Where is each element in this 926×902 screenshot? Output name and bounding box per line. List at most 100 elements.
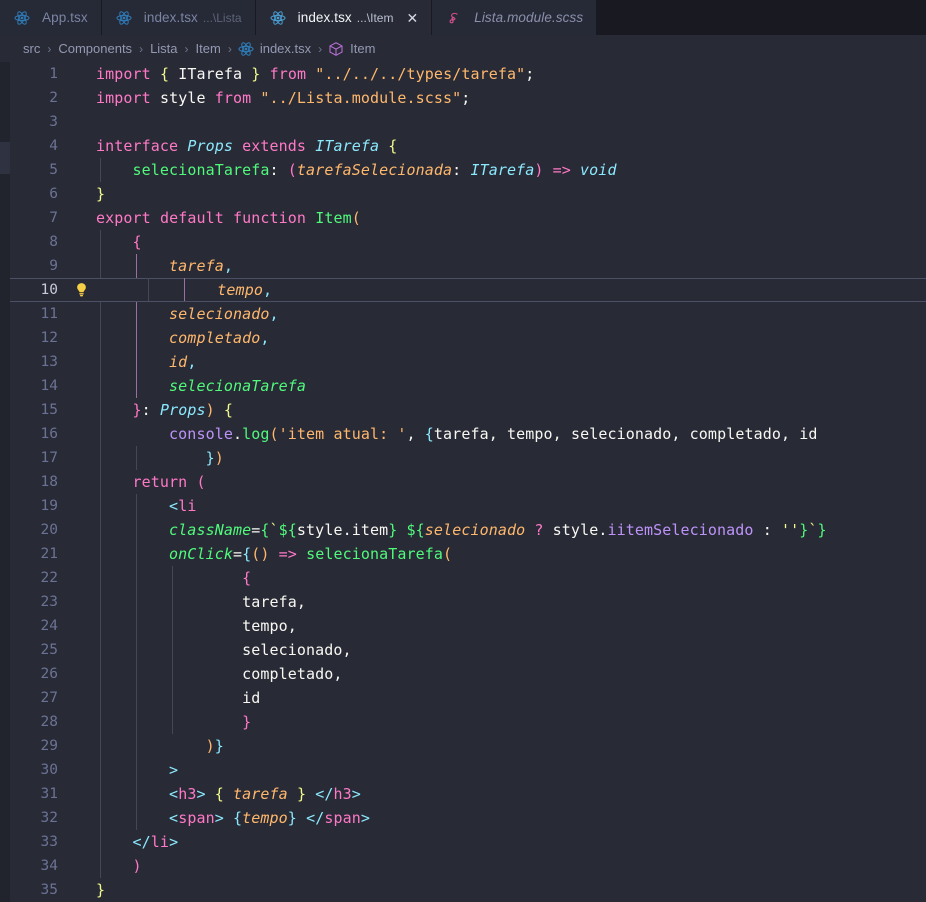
code-line[interactable]: 25 selecionado, <box>10 638 926 662</box>
line-number: 2 <box>49 90 58 106</box>
tab-index-tsx-item[interactable]: index.tsx ...\Item ✕ <box>255 0 433 35</box>
code-text: } <box>96 881 106 899</box>
line-number: 7 <box>49 210 58 226</box>
code-line[interactable]: 14 selecionaTarefa <box>10 374 926 398</box>
minimap-slider[interactable] <box>0 142 10 174</box>
gutter-glyph <box>72 734 96 758</box>
chevron-right-icon: › <box>227 41 232 56</box>
code-line[interactable]: 21 onClick={() => selecionaTarefa( <box>10 542 926 566</box>
line-number: 23 <box>40 594 58 610</box>
line-number: 31 <box>40 786 58 802</box>
line-number: 29 <box>40 738 58 754</box>
code-text: console.log('item atual: ', {tarefa, tem… <box>96 422 926 446</box>
code-line[interactable]: 11 selecionado, <box>10 302 926 326</box>
gutter-glyph <box>72 782 96 806</box>
gutter-glyph <box>72 806 96 830</box>
code-editor-area[interactable]: 1 import { ITarefa } from "../../../type… <box>10 62 926 902</box>
code-text: { <box>96 566 926 590</box>
breadcrumb-item-components[interactable]: Components <box>57 41 133 56</box>
code-line[interactable]: 5 selecionaTarefa: (tarefaSelecionada: I… <box>10 158 926 182</box>
gutter-glyph <box>72 302 96 326</box>
line-number: 20 <box>40 522 58 538</box>
lightbulb-icon[interactable] <box>74 282 89 298</box>
code-line[interactable]: 6 } <box>10 182 926 206</box>
tab-lista-module-scss[interactable]: Lista.module.scss <box>432 0 598 35</box>
tab-app-tsx[interactable]: App.tsx <box>0 0 102 35</box>
gutter-glyph <box>72 758 96 782</box>
gutter-glyph <box>72 494 96 518</box>
breadcrumb-item-lista[interactable]: Lista <box>149 41 178 56</box>
react-icon <box>116 10 132 26</box>
code-text: import { ITarefa } from "../../../types/… <box>96 65 535 83</box>
code-line[interactable]: 34 ) <box>10 854 926 878</box>
code-line[interactable]: 16 console.log('item atual: ', {tarefa, … <box>10 422 926 446</box>
code-line[interactable]: 31 <h3> { tarefa } </h3> <box>10 782 926 806</box>
minimap-strip[interactable] <box>0 62 10 902</box>
scss-icon <box>446 10 462 26</box>
react-icon <box>238 41 254 57</box>
line-number: 26 <box>40 666 58 682</box>
code-text: tarefa, <box>96 590 926 614</box>
code-text: </li> <box>96 830 926 854</box>
code-line[interactable]: 26 completado, <box>10 662 926 686</box>
breadcrumb-item-item[interactable]: Item <box>195 41 222 56</box>
code-line[interactable]: 30 > <box>10 758 926 782</box>
breadcrumb-item-index-tsx[interactable]: index.tsx <box>259 41 312 56</box>
code-line[interactable]: 4 interface Props extends ITarefa { <box>10 134 926 158</box>
code-line[interactable]: 1 import { ITarefa } from "../../../type… <box>10 62 926 86</box>
code-line[interactable]: 13 id, <box>10 350 926 374</box>
code-text: completado, <box>96 662 926 686</box>
code-line[interactable]: 32 <span> {tempo} </span> <box>10 806 926 830</box>
tab-index-tsx-lista[interactable]: index.tsx ...\Lista <box>101 0 256 35</box>
gutter-glyph <box>72 206 96 230</box>
gutter-glyph <box>72 86 96 110</box>
code-line[interactable]: 24 tempo, <box>10 614 926 638</box>
gutter-glyph <box>72 422 96 446</box>
close-icon[interactable]: ✕ <box>406 11 418 25</box>
gutter-glyph <box>72 710 96 734</box>
code-line-current[interactable]: 10 tempo, <box>10 278 926 302</box>
code-line[interactable]: 8 { <box>10 230 926 254</box>
code-line[interactable]: 2 import style from "../Lista.module.scs… <box>10 86 926 110</box>
code-line[interactable]: 28 } <box>10 710 926 734</box>
code-line[interactable]: 17 }) <box>10 446 926 470</box>
code-text: completado, <box>96 326 926 350</box>
code-text: selecionado, <box>96 302 926 326</box>
code-text: tempo, <box>144 278 926 302</box>
gutter-glyph[interactable] <box>72 278 144 302</box>
tab-label: index.tsx <box>297 10 352 25</box>
code-line[interactable]: 3 <box>10 110 926 134</box>
code-line[interactable]: 20 className={`${style.item} ${seleciona… <box>10 518 926 542</box>
code-line[interactable]: 29 )} <box>10 734 926 758</box>
tab-label: App.tsx <box>42 10 88 25</box>
line-number: 4 <box>49 138 58 154</box>
gutter-glyph <box>72 518 96 542</box>
code-line[interactable]: 23 tarefa, <box>10 590 926 614</box>
code-line[interactable]: 19 <li <box>10 494 926 518</box>
code-line[interactable]: 22 { <box>10 566 926 590</box>
breadcrumb-item-src[interactable]: src <box>22 41 41 56</box>
code-line[interactable]: 12 completado, <box>10 326 926 350</box>
breadcrumb-item-symbol-item[interactable]: Item <box>349 41 376 56</box>
gutter-glyph <box>72 350 96 374</box>
line-number: 15 <box>40 402 58 418</box>
code-line[interactable]: 7 export default function Item( <box>10 206 926 230</box>
editor-window: App.tsx index.tsx ...\Lista index.tsx ..… <box>0 0 926 902</box>
tab-label: index.tsx <box>143 10 198 25</box>
code-line[interactable]: 15 }: Props) { <box>10 398 926 422</box>
code-line[interactable]: 9 tarefa, <box>10 254 926 278</box>
gutter-glyph <box>72 830 96 854</box>
line-number: 17 <box>40 450 58 466</box>
code-line[interactable]: 35 } <box>10 878 926 902</box>
gutter-glyph <box>72 374 96 398</box>
line-number: 24 <box>40 618 58 634</box>
code-line[interactable]: 18 return ( <box>10 470 926 494</box>
code-line[interactable]: 33 </li> <box>10 830 926 854</box>
code-line[interactable]: 27 id <box>10 686 926 710</box>
gutter-glyph <box>72 854 96 878</box>
gutter-glyph <box>72 662 96 686</box>
code-text: selecionaTarefa: (tarefaSelecionada: ITa… <box>96 158 926 182</box>
line-number: 8 <box>49 234 58 250</box>
line-number: 9 <box>49 258 58 274</box>
gutter-glyph <box>72 254 96 278</box>
